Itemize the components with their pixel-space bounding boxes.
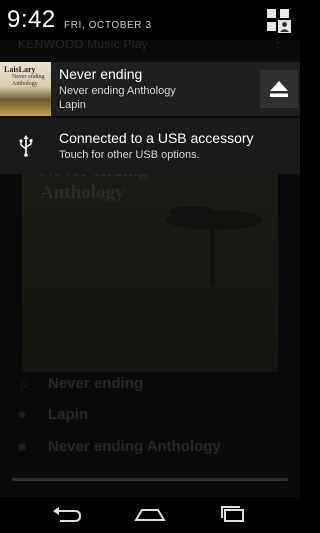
usb-icon — [19, 135, 33, 157]
background-track-row: ♫ Never ending — [18, 373, 288, 395]
home-icon — [134, 509, 166, 521]
usb-notification-title: Connected to a USB accessory — [59, 130, 254, 146]
music-note-icon: ♫ — [18, 375, 29, 391]
clock: 9:42 — [7, 6, 56, 33]
media-album-name: Never ending Anthology — [59, 85, 176, 97]
tree-illustration — [166, 206, 262, 286]
thumbnail-subtitle-text: Anthology — [12, 81, 38, 87]
eject-icon — [270, 81, 288, 97]
quick-settings-icon — [267, 9, 291, 33]
date: FRI, OCTOBER 3 — [64, 20, 152, 31]
media-track-title: Never ending — [59, 66, 143, 82]
background-seek-bar — [12, 478, 288, 481]
usb-notification[interactable]: Connected to a USB accessory Touch for o… — [0, 118, 300, 174]
background-album-row: ■ Never ending Anthology — [18, 436, 288, 458]
navigation-bar — [0, 497, 300, 533]
media-notification[interactable]: LaisLary Never ending Anthology Never en… — [0, 62, 300, 116]
background-album-name: Never ending Anthology — [48, 438, 221, 455]
eject-button[interactable] — [260, 70, 298, 108]
background-artist-row: ● Lapin — [18, 404, 288, 426]
back-button[interactable] — [42, 501, 92, 529]
background-album-art: Never ending Anthology — [22, 150, 278, 372]
home-button[interactable] — [125, 501, 175, 529]
usb-notification-subtitle: Touch for other USB options. — [59, 149, 200, 161]
notification-shade-header: 9:42 FRI, OCTOBER 3 — [0, 0, 300, 40]
thumbnail-artist-text: LaisLary — [4, 65, 36, 74]
background-album-title-line2: Anthology — [40, 182, 125, 203]
media-artist-name: Lapin — [59, 99, 86, 111]
thumbnail-title-text: Never ending — [12, 74, 45, 80]
back-icon — [53, 507, 82, 522]
background-track-title: Never ending — [48, 375, 144, 392]
recents-button[interactable] — [209, 501, 259, 529]
background-artist-name: Lapin — [48, 406, 88, 423]
quick-settings-button[interactable] — [264, 6, 292, 34]
album-icon: ■ — [18, 438, 27, 454]
person-icon: ● — [18, 406, 27, 422]
album-thumbnail: LaisLary Never ending Anthology — [0, 62, 51, 116]
recents-icon — [221, 506, 244, 522]
